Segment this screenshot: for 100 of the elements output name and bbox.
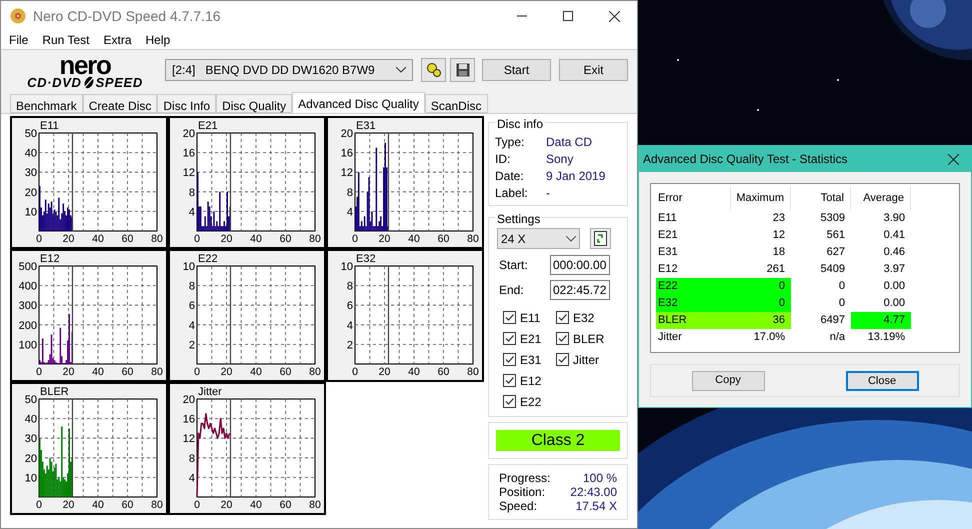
- progress-label: Speed:: [499, 498, 538, 515]
- x-tick-label: 40: [408, 233, 420, 245]
- x-tick-label: 20: [378, 233, 390, 245]
- x-tick-label: 40: [250, 499, 262, 511]
- x-tick-label: 0: [352, 366, 358, 378]
- window-title: Nero CD-DVD Speed 4.7.7.16: [33, 6, 221, 26]
- chart-title: BLER: [40, 386, 69, 398]
- x-tick-label: 40: [92, 233, 104, 245]
- progress-label: Progress:: [499, 470, 550, 487]
- chart-title: Jitter: [198, 386, 222, 398]
- field-label: Start:: [498, 257, 529, 274]
- y-tick-label: 4: [188, 320, 195, 332]
- table-cell-text: 0.46: [882, 245, 906, 260]
- y-tick-label: 50: [24, 128, 37, 140]
- x-tick-label: 60: [280, 233, 292, 245]
- checkbox-label: E21: [520, 330, 542, 348]
- table-cell-text: 3.97: [882, 262, 906, 278]
- x-tick-label: 20: [220, 233, 232, 245]
- x-tick-label: 80: [151, 499, 163, 511]
- checkbox-label: E12: [520, 372, 542, 390]
- y-tick-label: 16: [340, 148, 353, 160]
- x-tick-label: 0: [194, 233, 200, 245]
- x-tick-label: 40: [250, 233, 262, 245]
- x-tick-label: 60: [280, 366, 292, 378]
- table-cell-text: 13.19%: [866, 330, 906, 346]
- y-tick-label: 40: [24, 414, 37, 426]
- field-label: End:: [498, 282, 525, 299]
- y-tick-label: 16: [182, 148, 195, 160]
- class-badge: Class 2: [496, 430, 620, 451]
- info-label: Type:: [495, 134, 526, 150]
- x-tick-label: 0: [36, 499, 42, 511]
- x-tick-label: 60: [122, 499, 134, 511]
- x-tick-label: 80: [467, 233, 479, 245]
- y-tick-label: 100: [18, 339, 37, 352]
- x-tick-label: 80: [309, 233, 321, 245]
- y-tick-label: 20: [24, 186, 37, 199]
- table-cell: BLER: [656, 312, 731, 329]
- x-tick-label: 0: [36, 366, 42, 378]
- x-tick-label: 40: [92, 366, 104, 378]
- table-cell-text: Jitter: [657, 330, 683, 346]
- chart-title: E32: [356, 253, 376, 265]
- table-cell-text: 627: [826, 245, 846, 260]
- table-cell-text: 23: [772, 211, 786, 226]
- y-tick-label: 2: [188, 339, 195, 352]
- table-cell-text: E12: [657, 262, 679, 278]
- x-tick-label: 40: [92, 499, 104, 511]
- logo-wordmark: nero: [59, 52, 111, 78]
- y-tick-label: 20: [182, 394, 195, 406]
- y-tick-label: 8: [346, 186, 353, 199]
- table-cell-text: 5309: [820, 211, 846, 226]
- x-tick-label: 0: [194, 499, 200, 511]
- y-tick-label: 4: [346, 206, 353, 218]
- checkbox-label: BLER: [573, 330, 604, 348]
- table-cell-text: 17.0%: [752, 330, 786, 346]
- x-tick-label: 60: [438, 366, 450, 378]
- table-cell-text: E11: [657, 211, 678, 226]
- table-cell-text: 0.41: [882, 228, 906, 244]
- table-cell: 0: [731, 278, 791, 295]
- chart-title: E31: [356, 120, 376, 132]
- table-cell-text: 561: [826, 228, 846, 244]
- table-cell: 4.77: [851, 312, 911, 329]
- table-cell-text: 18: [772, 245, 786, 260]
- logo-subtitle: CD·DVD: [27, 76, 82, 88]
- chart-title: E22: [198, 253, 218, 265]
- table-cell-text: E21: [657, 228, 679, 244]
- x-tick-label: 60: [122, 233, 134, 245]
- table-cell-text: 0.00: [882, 296, 906, 312]
- y-tick-label: 30: [24, 167, 37, 180]
- y-tick-label: 20: [24, 452, 37, 465]
- info-label: Date:: [495, 168, 525, 184]
- progress-value: 22:43.00: [570, 484, 617, 501]
- x-tick-label: 0: [352, 233, 358, 245]
- y-tick-label: 8: [346, 280, 353, 293]
- y-tick-label: 10: [340, 261, 353, 273]
- y-tick-label: 8: [188, 186, 195, 199]
- x-tick-label: 80: [309, 499, 321, 511]
- checkbox-label: E11: [520, 310, 540, 326]
- dialog-title: Advanced Disc Quality Test - Statistics: [643, 151, 848, 168]
- y-tick-label: 4: [346, 320, 353, 332]
- x-tick-label: 80: [467, 366, 479, 378]
- x-tick-label: 20: [62, 233, 74, 245]
- y-tick-label: 8: [188, 452, 195, 465]
- table-cell-text: 0: [838, 296, 846, 312]
- x-tick-label: 80: [309, 366, 321, 378]
- checkbox-label: E22: [520, 394, 542, 410]
- info-label: Label:: [495, 184, 529, 202]
- y-tick-label: 20: [340, 128, 353, 140]
- y-tick-label: 300: [18, 300, 37, 312]
- table-cell-text: 5409: [820, 262, 846, 278]
- logo-subtitle: SPEED: [96, 76, 143, 88]
- info-value: 9 Jan 2019: [546, 168, 606, 184]
- y-tick-label: 10: [24, 472, 37, 484]
- progress-label: Position:: [499, 484, 546, 501]
- y-tick-label: 12: [340, 167, 353, 180]
- table-cell-text: 0: [838, 279, 846, 294]
- table-cell-text: 6497: [820, 313, 846, 328]
- x-tick-label: 20: [220, 366, 232, 378]
- x-tick-label: 0: [194, 366, 200, 378]
- y-tick-label: 4: [188, 206, 195, 218]
- y-tick-label: 16: [182, 414, 195, 426]
